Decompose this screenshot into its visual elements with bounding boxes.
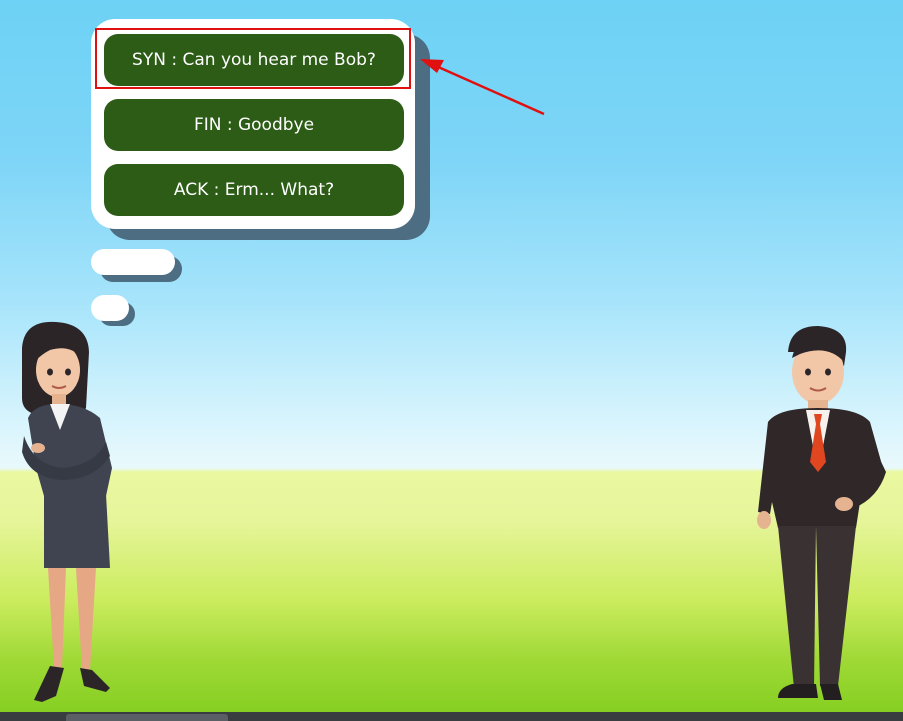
thought-puff-large [91,249,175,275]
dialogue-option-fin[interactable]: FIN : Goodbye [104,99,404,151]
scrollbar-thumb[interactable] [66,714,228,721]
man-character [757,326,886,700]
annotation-highlight-box [95,28,411,89]
woman-character [22,321,112,702]
dialogue-option-ack[interactable]: ACK : Erm... What? [104,164,404,216]
